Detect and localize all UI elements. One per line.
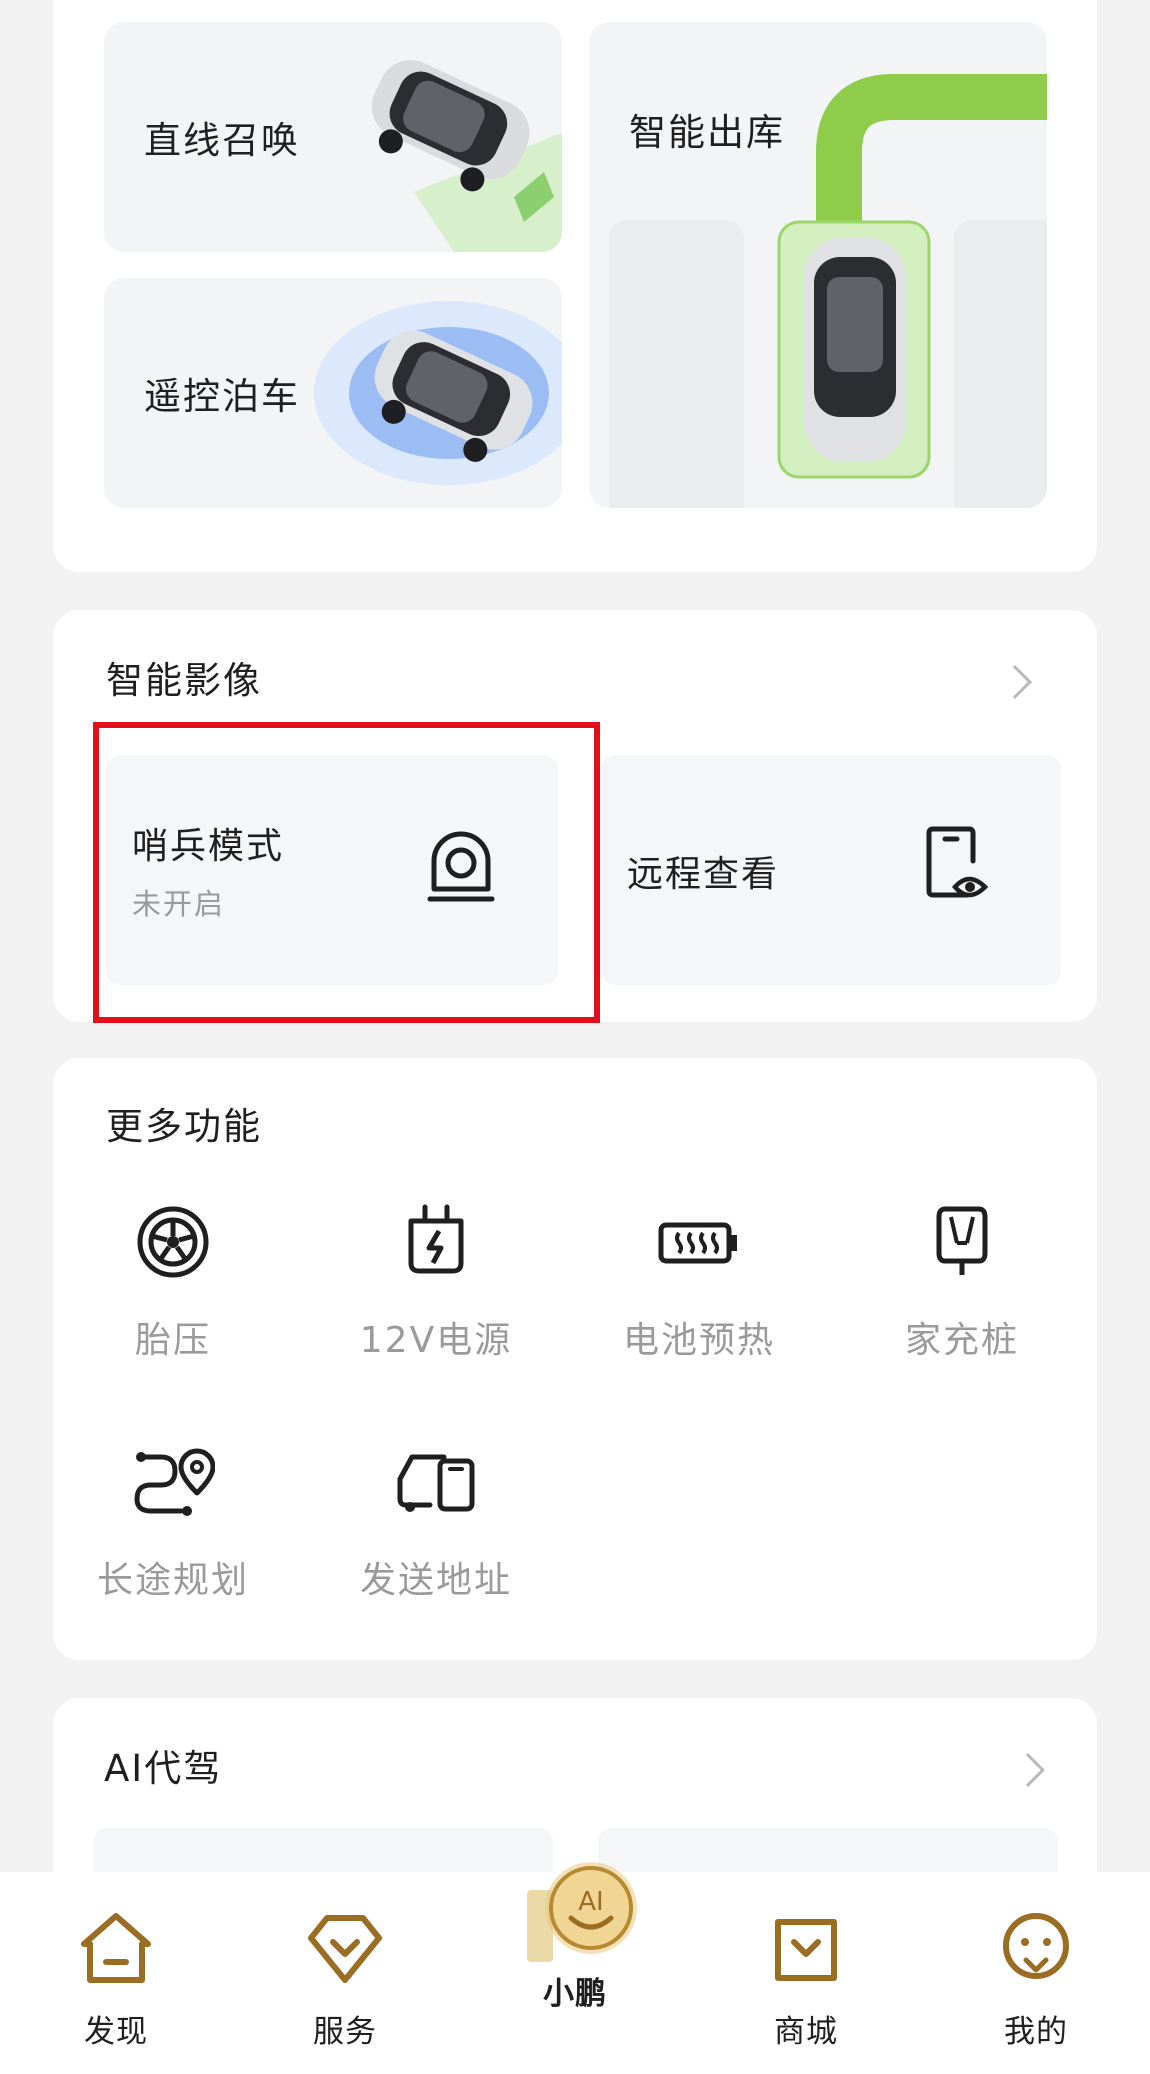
more-features-card: 更多功能 胎压 12V电源 电池预热 家充桩 长途规划 发送地址 — [53, 1058, 1097, 1660]
nav-discover[interactable]: 发现 — [46, 1908, 186, 2051]
car-summon-image — [371, 60, 562, 252]
long-trip-label: 长途规划 — [96, 1560, 249, 1601]
nav-discover-label: 发现 — [84, 2014, 148, 2050]
home-charger-item[interactable]: 家充桩 — [852, 1203, 1072, 1363]
remote-view-title: 远程查看 — [627, 854, 780, 895]
route-icon — [134, 1448, 215, 1516]
battery-preheat-label: 电池预热 — [622, 1320, 775, 1361]
remote-view-tile[interactable]: 远程查看 — [601, 755, 1061, 985]
nav-shop-label: 商城 — [774, 2014, 838, 2050]
nav-profile-label: 我的 — [1004, 2014, 1068, 2050]
home-charger-label: 家充桩 — [904, 1320, 1019, 1361]
battery-heat-icon — [658, 1222, 737, 1264]
send-address-label: 发送地址 — [359, 1560, 512, 1601]
xpeng-ai-icon: AI — [527, 1862, 637, 1962]
chevron-right-icon[interactable] — [1011, 1753, 1045, 1787]
12v-power-label: 12V电源 — [359, 1320, 513, 1361]
straight-summon-label: 直线召唤 — [144, 119, 300, 162]
car-remote-image — [314, 301, 562, 485]
home-charger-icon — [936, 1206, 988, 1275]
ai-driver-title: AI代驾 — [104, 1747, 223, 1790]
home-icon — [81, 1913, 151, 1983]
shop-icon — [775, 1919, 837, 1981]
ai-badge-text: AI — [578, 1887, 603, 1917]
profile-icon — [1003, 1913, 1069, 1979]
power-plug-icon — [408, 1204, 464, 1274]
bottom-nav: 发现 服务 AI 小鹏 商城 我的 — [0, 1862, 1150, 2074]
chevron-right-icon[interactable] — [998, 665, 1032, 699]
tire-pressure-label: 胎压 — [134, 1320, 211, 1361]
service-icon — [308, 1915, 382, 1983]
nav-xpeng[interactable]: AI 小鹏 — [505, 1850, 645, 2013]
nav-profile[interactable]: 我的 — [966, 1908, 1106, 2051]
12v-power-item[interactable]: 12V电源 — [326, 1203, 546, 1363]
parking-card: 直线召唤 遥控泊车 智能出库 — [53, 0, 1097, 572]
phone-eye-icon — [926, 826, 989, 898]
nav-service-label: 服务 — [313, 2014, 377, 2050]
smart-exit-tile[interactable]: 智能出库 — [589, 22, 1047, 508]
battery-preheat-item[interactable]: 电池预热 — [589, 1203, 809, 1363]
straight-summon-tile[interactable]: 直线召唤 — [104, 22, 562, 252]
nav-xpeng-label: 小鹏 — [543, 1976, 607, 2012]
long-trip-item[interactable]: 长途规划 — [63, 1443, 283, 1603]
tire-icon — [137, 1206, 209, 1278]
nav-shop[interactable]: 商城 — [736, 1908, 876, 2051]
remote-parking-label: 遥控泊车 — [144, 375, 300, 418]
more-features-title: 更多功能 — [106, 1105, 262, 1148]
tire-pressure-item[interactable]: 胎压 — [63, 1203, 283, 1363]
smart-video-title: 智能影像 — [106, 659, 262, 702]
send-address-icon — [397, 1454, 475, 1512]
remote-parking-tile[interactable]: 遥控泊车 — [104, 278, 562, 508]
send-address-item[interactable]: 发送地址 — [326, 1443, 546, 1603]
nav-service[interactable]: 服务 — [275, 1908, 415, 2051]
exit-path-image — [609, 74, 1047, 508]
highlight-box — [93, 722, 600, 1023]
